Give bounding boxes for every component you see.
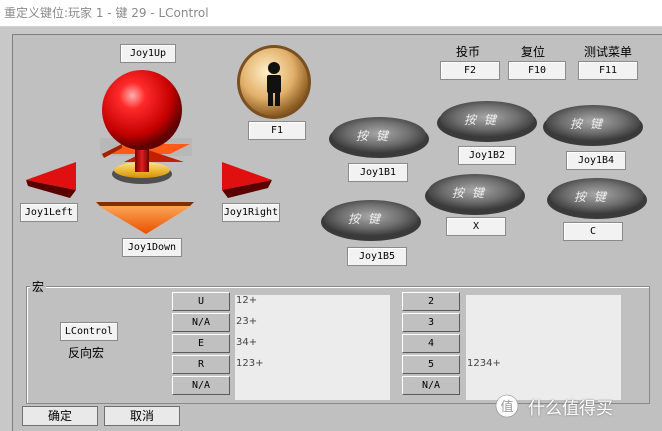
button-pad-x: 按键	[424, 170, 526, 216]
cancel-button[interactable]: 取消	[104, 406, 180, 426]
player-icon	[237, 45, 311, 119]
player-key-button[interactable]: F1	[248, 121, 306, 140]
action-button-2[interactable]: Joy1B2	[458, 146, 516, 165]
joy-up-button[interactable]: Joy1Up	[120, 44, 176, 63]
pad-glyph: 按键	[574, 190, 615, 204]
joystick-right-arrow-icon	[222, 162, 272, 198]
macro-left-line: 34+	[236, 337, 258, 348]
button-pad-b5: 按键	[320, 196, 422, 242]
macro-right-step-1-button[interactable]: 2	[402, 292, 460, 311]
pad-glyph: 按键	[452, 186, 493, 200]
button-pad-b4: 按键	[542, 101, 644, 147]
macro-key-field[interactable]: LControl	[60, 322, 118, 341]
macro-right-step-4-button[interactable]: 5	[402, 355, 460, 374]
macro-right-step-3-button[interactable]: 4	[402, 334, 460, 353]
macro-right-step-2-button[interactable]: 3	[402, 313, 460, 332]
svg-text:值: 值	[500, 399, 513, 415]
watermark: 值 什么值得买	[492, 394, 652, 419]
window-title: 重定义键位:玩家 1 - 键 29 - LControl	[4, 6, 209, 20]
joy-left-button[interactable]: Joy1Left	[20, 203, 78, 222]
macro-step-5-button[interactable]: N/A	[172, 376, 230, 395]
macro-right-line: 1234+	[467, 358, 501, 369]
action-button-c[interactable]: C	[563, 222, 623, 241]
macro-left-line: 123+	[236, 358, 264, 369]
pad-glyph: 按键	[356, 129, 397, 143]
joy-right-button[interactable]: Joy1Right	[222, 203, 280, 222]
action-button-1[interactable]: Joy1B1	[348, 163, 408, 182]
button-pad-b1: 按键	[328, 113, 430, 159]
macro-left-list[interactable]	[235, 295, 390, 400]
joystick-icon	[96, 70, 194, 234]
action-button-5[interactable]: Joy1B5	[347, 247, 407, 266]
pad-glyph: 按键	[348, 212, 389, 226]
ok-button[interactable]: 确定	[22, 406, 98, 426]
button-pad-c: 按键	[546, 174, 648, 220]
test-menu-caption: 测试菜单	[584, 45, 633, 59]
watermark-text: 什么值得买	[528, 399, 613, 419]
macro-step-4-button[interactable]: R	[172, 355, 230, 374]
macro-step-1-button[interactable]: U	[172, 292, 230, 311]
joy-down-button[interactable]: Joy1Down	[122, 238, 182, 257]
title-bar: 重定义键位:玩家 1 - 键 29 - LControl	[0, 0, 662, 27]
macro-right-step-5-button[interactable]: N/A	[402, 376, 460, 395]
test-menu-key-button[interactable]: F11	[578, 61, 638, 80]
action-button-4[interactable]: Joy1B4	[566, 151, 626, 170]
macro-left-line: 23+	[236, 316, 258, 327]
zhi-icon: 值	[495, 394, 519, 418]
pad-glyph: 按键	[464, 113, 505, 127]
coin-key-button[interactable]: F2	[440, 61, 500, 80]
joystick-left-arrow-icon	[26, 162, 76, 198]
action-button-x[interactable]: X	[446, 217, 506, 236]
macro-step-3-button[interactable]: E	[172, 334, 230, 353]
reverse-macro-label: 反向宏	[68, 346, 105, 360]
macro-right-list[interactable]	[466, 295, 621, 400]
reset-key-button[interactable]: F10	[508, 61, 566, 80]
reset-caption: 复位	[521, 45, 546, 59]
coin-caption: 投币	[456, 45, 481, 59]
macro-group-title: 宏	[30, 278, 47, 295]
button-pad-b2: 按键	[436, 97, 538, 143]
macro-left-line: 12+	[236, 295, 258, 306]
macro-step-2-button[interactable]: N/A	[172, 313, 230, 332]
pad-glyph: 按键	[570, 117, 611, 131]
